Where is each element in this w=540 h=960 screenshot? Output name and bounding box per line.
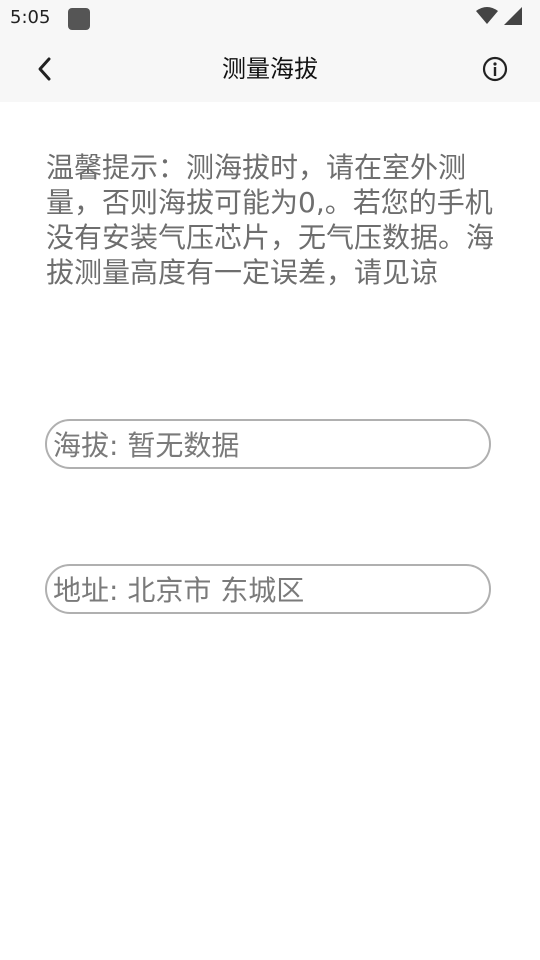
altitude-value: 海拔: 暂无数据 — [53, 429, 240, 462]
app-notification-icon — [68, 8, 90, 30]
back-button[interactable] — [26, 50, 64, 88]
address-value: 地址: 北京市 东城区 — [53, 574, 305, 607]
info-icon — [482, 56, 508, 82]
wifi-icon — [476, 7, 498, 24]
status-icons — [476, 7, 522, 25]
status-bar: 5:05 — [0, 0, 540, 36]
back-arrow-icon — [38, 57, 51, 81]
altitude-field: 海拔: 暂无数据 — [45, 419, 491, 469]
address-field: 地址: 北京市 东城区 — [45, 564, 491, 614]
page-title: 测量海拔 — [222, 55, 318, 83]
altitude-tip-text: 温馨提示：测海拔时，请在室外测量，否则海拔可能为0,。若您的手机没有安装气压芯片… — [46, 151, 495, 289]
status-time: 5:05 — [10, 7, 51, 28]
app-bar: 测量海拔 — [0, 36, 540, 102]
cell-signal-icon — [504, 7, 522, 25]
info-button[interactable] — [476, 50, 514, 88]
